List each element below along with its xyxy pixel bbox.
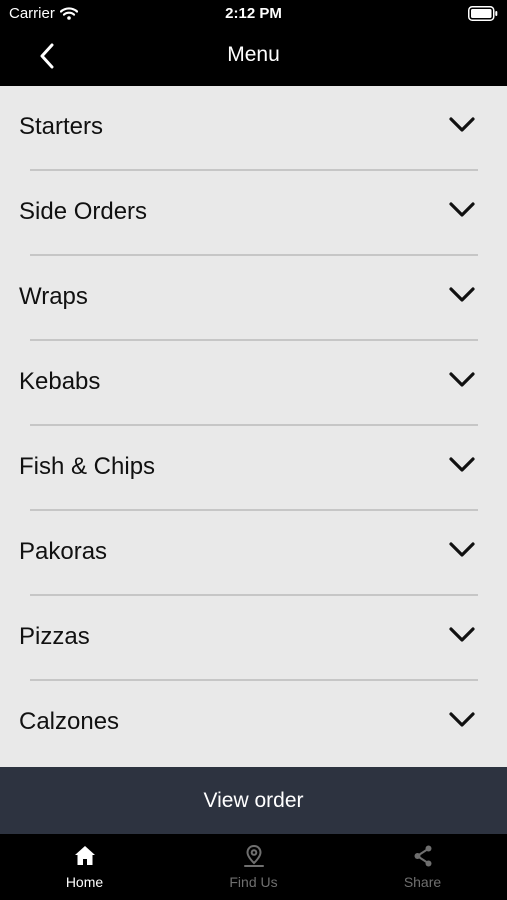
tab-home[interactable]: Home [0, 834, 169, 900]
tab-bar: Home Find Us Share [0, 834, 507, 900]
status-bar: Carrier 2:12 PM [0, 0, 507, 28]
tab-find-us[interactable]: Find Us [169, 834, 338, 900]
home-icon [74, 846, 95, 865]
chevron-down-icon [449, 372, 475, 387]
menu-category-side-orders[interactable]: Side Orders [0, 171, 507, 256]
menu-category-label: Kebabs [19, 368, 101, 395]
tab-label: Find Us [229, 874, 278, 890]
chevron-down-icon [449, 117, 475, 132]
share-icon [414, 845, 431, 867]
menu-category-wraps[interactable]: Wraps [0, 256, 507, 341]
location-pin-icon [243, 844, 264, 867]
menu-category-pakoras[interactable]: Pakoras [0, 511, 507, 596]
chevron-down-icon [449, 287, 475, 302]
navigation-bar: Menu [0, 28, 507, 86]
menu-category-list: Starters Side Orders Wraps Kebabs Fish &… [0, 86, 507, 767]
menu-category-label: Fish & Chips [19, 453, 156, 480]
chevron-down-icon [449, 202, 475, 217]
menu-category-label: Starters [19, 113, 104, 140]
menu-category-calzones[interactable]: Calzones [0, 681, 507, 766]
tab-label: Home [65, 874, 104, 890]
view-order-label: View order [203, 788, 304, 812]
menu-category-kebabs[interactable]: Kebabs [0, 341, 507, 426]
tab-label: Share [403, 874, 442, 890]
menu-category-label: Wraps [19, 283, 88, 310]
chevron-down-icon [449, 712, 475, 727]
status-time: 2:12 PM [225, 5, 282, 22]
page-title: Menu [227, 43, 280, 66]
chevron-down-icon [449, 627, 475, 642]
view-order-button[interactable]: View order [0, 767, 507, 834]
chevron-down-icon [449, 542, 475, 557]
menu-category-label: Pizzas [19, 623, 90, 650]
tab-share[interactable]: Share [338, 834, 507, 900]
menu-category-label: Side Orders [19, 198, 148, 225]
menu-category-label: Pakoras [19, 538, 108, 565]
menu-category-fish-and-chips[interactable]: Fish & Chips [0, 426, 507, 511]
menu-category-starters[interactable]: Starters [0, 86, 507, 171]
menu-category-pizzas[interactable]: Pizzas [0, 596, 507, 681]
chevron-down-icon [449, 457, 475, 472]
menu-category-label: Calzones [19, 708, 120, 735]
battery-icon [468, 6, 498, 21]
